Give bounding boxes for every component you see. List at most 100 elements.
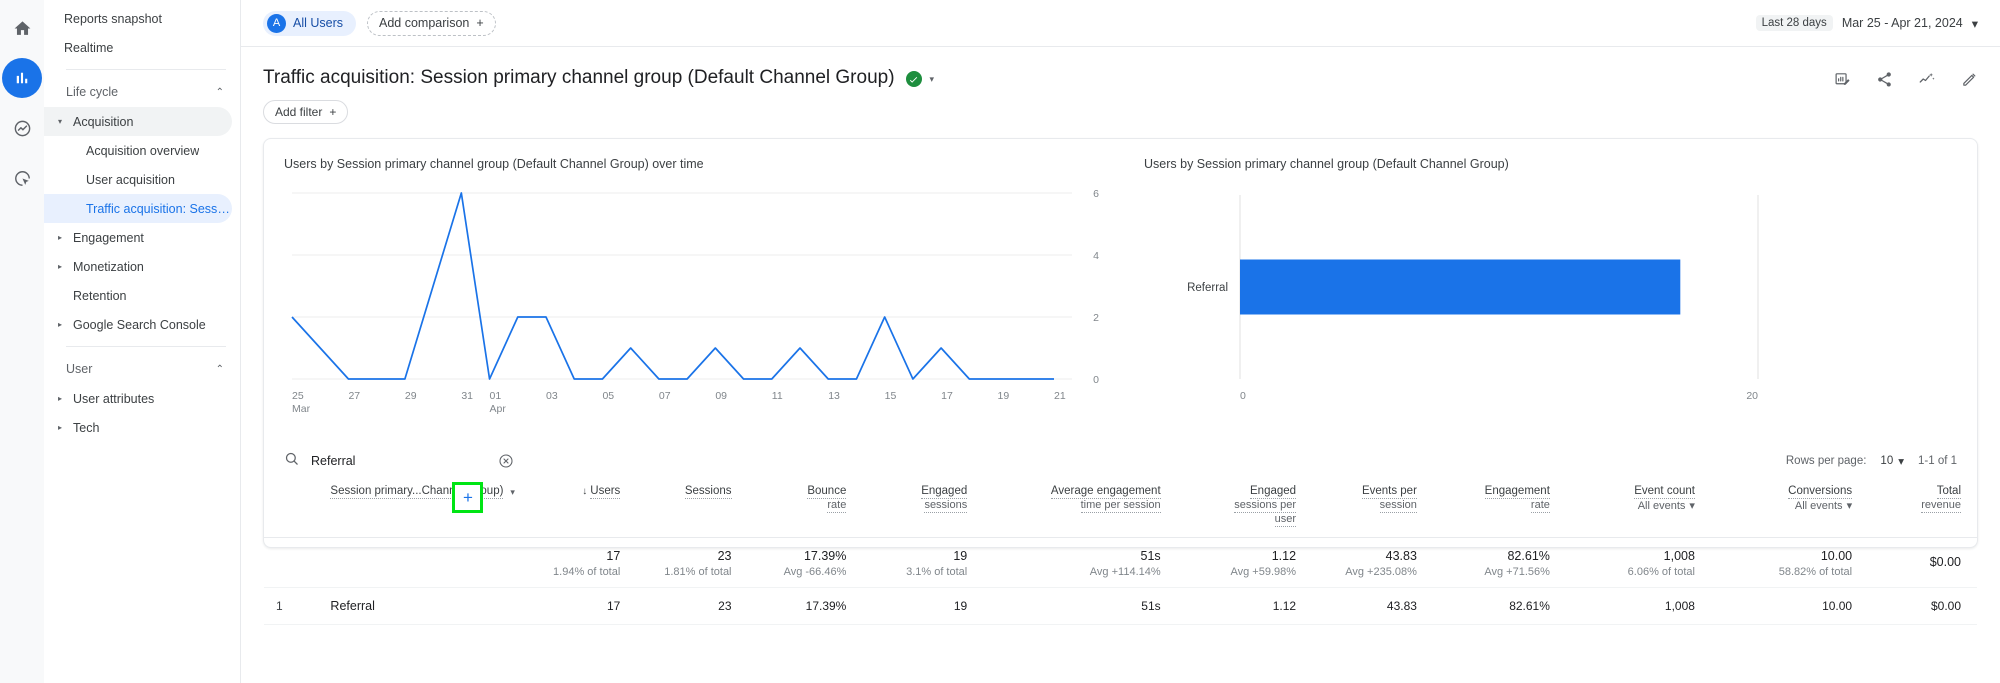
conversions-filter-select[interactable]: All events ▾: [1795, 499, 1853, 513]
column-header-label-2: rate: [827, 499, 847, 513]
chevron-down-icon[interactable]: ▾: [58, 117, 70, 126]
chevron-down-icon[interactable]: ▾: [1972, 16, 1978, 31]
svg-text:25: 25: [292, 390, 304, 402]
svg-text:27: 27: [348, 390, 360, 402]
search-icon: [284, 451, 299, 471]
row-cell: 19: [862, 587, 984, 625]
sidebar-item-retention[interactable]: Retention: [44, 281, 232, 310]
sidebar-section-life-cycle[interactable]: Life cycle ⌃: [44, 77, 240, 107]
svg-text:05: 05: [602, 390, 614, 402]
table-header: Session primary...Channel Group) ▾ + ↓ Us…: [264, 477, 1977, 538]
chevron-right-icon[interactable]: ▸: [58, 233, 70, 242]
row-cell: 51s: [983, 587, 1177, 625]
sidebar-item-label: Acquisition overview: [86, 143, 200, 158]
totals-sub: Avg +114.14%: [1089, 566, 1161, 578]
column-header-engaged-sessions[interactable]: Engaged sessions: [862, 477, 984, 538]
chevron-up-icon[interactable]: ⌃: [216, 364, 224, 375]
totals-sub: Avg +235.08%: [1345, 566, 1417, 578]
sidebar-item-acquisition[interactable]: ▾ Acquisition: [44, 107, 232, 136]
chevron-right-icon[interactable]: ▸: [58, 320, 70, 329]
column-header-sessions[interactable]: Sessions: [636, 477, 748, 538]
totals-sub: Avg +71.56%: [1484, 566, 1550, 578]
column-header-engagement-rate[interactable]: Engagement rate: [1432, 477, 1566, 538]
chevron-down-icon: ▾: [1689, 500, 1695, 512]
sidebar-item-traffic-acquisition[interactable]: Traffic acquisition: Session...: [44, 194, 232, 223]
sidebar-item-tech[interactable]: ▸ Tech: [44, 413, 232, 442]
edit-icon[interactable]: [1961, 71, 1978, 88]
totals-sub: Avg +59.98%: [1230, 566, 1297, 578]
clear-circle-icon[interactable]: [498, 453, 514, 469]
reports-icon[interactable]: [2, 58, 42, 98]
totals-index: [264, 537, 296, 588]
totals-cell: 51s Avg +114.14%: [983, 537, 1177, 588]
sidebar-item-user-acquisition[interactable]: User acquisition: [44, 165, 232, 194]
column-header-label-2: revenue: [1921, 499, 1961, 513]
totals-value: 17.39%: [803, 549, 847, 563]
rows-per-page-select[interactable]: 10 ▾: [1880, 454, 1904, 468]
column-header-conversions[interactable]: Conversions All events ▾: [1710, 477, 1869, 538]
sidebar-item-realtime[interactable]: Realtime: [44, 33, 232, 62]
insights-icon[interactable]: [1918, 70, 1936, 88]
column-header-total-revenue[interactable]: Total revenue: [1868, 477, 1977, 538]
add-dimension-button[interactable]: +: [452, 482, 484, 513]
column-header-engaged-sessions-per-user[interactable]: Engaged sessions per user: [1176, 477, 1313, 538]
advertising-icon[interactable]: [2, 158, 42, 198]
search-input[interactable]: [311, 453, 486, 468]
sidebar-item-label: Monetization: [73, 259, 144, 274]
column-header-label: Events per: [1361, 485, 1417, 499]
line-chart-title: Users by Session primary channel group (…: [284, 157, 704, 171]
column-header-label: Average engagement: [1050, 485, 1161, 499]
add-comparison-button[interactable]: Add comparison +: [367, 10, 496, 36]
svg-text:31: 31: [461, 390, 473, 402]
svg-text:07: 07: [659, 390, 671, 402]
sidebar-item-google-search-console[interactable]: ▸ Google Search Console: [44, 310, 232, 339]
svg-text:13: 13: [828, 390, 840, 402]
row-dimension[interactable]: Referral: [295, 587, 526, 625]
totals-cell: 17 1.94% of total: [525, 537, 637, 588]
sidebar-item-monetization[interactable]: ▸ Monetization: [44, 252, 232, 281]
bar-chart-title: Users by Session primary channel group (…: [1144, 157, 1509, 171]
bar-chart-panel: Users by Session primary channel group (…: [1124, 139, 1977, 444]
totals-value: 82.61%: [1507, 549, 1550, 563]
svg-text:09: 09: [715, 390, 727, 402]
sidebar-item-engagement[interactable]: ▸ Engagement: [44, 223, 232, 252]
sidebar-item-reports-snapshot[interactable]: Reports snapshot: [44, 4, 232, 33]
table-row[interactable]: 1 Referral 17 23 17.39% 19 51s 1.12 43.8…: [264, 587, 1977, 625]
explore-icon[interactable]: [2, 108, 42, 148]
column-header-bounce-rate[interactable]: Bounce rate: [747, 477, 863, 538]
home-icon[interactable]: [2, 8, 42, 48]
main-content: A All Users Add comparison + Last 28 day…: [241, 0, 2000, 683]
sidebar-section-user[interactable]: User ⌃: [44, 354, 240, 384]
chevron-down-icon[interactable]: ▾: [510, 487, 515, 498]
chevron-right-icon[interactable]: ▸: [58, 394, 70, 403]
column-header-event-count[interactable]: Event count All events ▾: [1565, 477, 1711, 538]
users-over-time-chart[interactable]: 0 2 4 6 25Mar 27 29 31 01Apr 03 05 07 09 11 13 15 17 19 21: [284, 181, 1104, 431]
sidebar-item-acquisition-overview[interactable]: Acquisition overview: [44, 136, 232, 165]
sidebar-item-user-attributes[interactable]: ▸ User attributes: [44, 384, 232, 413]
column-header-label: Engagement: [1484, 485, 1550, 499]
chevron-right-icon[interactable]: ▸: [58, 262, 70, 271]
chevron-down-icon: ▾: [1846, 500, 1853, 512]
totals-cell: 17.39% Avg -66.46%: [747, 537, 863, 588]
share-icon[interactable]: [1876, 71, 1893, 88]
chevron-up-icon[interactable]: ⌃: [216, 87, 224, 98]
sidebar-item-label: Tech: [73, 420, 100, 435]
customize-report-icon[interactable]: [1834, 71, 1851, 88]
search-box[interactable]: [284, 451, 529, 471]
totals-sub: Avg -66.46%: [783, 566, 847, 578]
date-range-picker[interactable]: Last 28 days Mar 25 - Apr 21, 2024 ▾: [1755, 15, 1978, 31]
table-header-row: Session primary...Channel Group) ▾ + ↓ Us…: [264, 477, 1977, 538]
row-cell: 1,008: [1565, 587, 1711, 625]
add-filter-button[interactable]: Add filter +: [263, 100, 349, 124]
chevron-down-icon[interactable]: ▾: [930, 74, 935, 85]
event-count-filter-select[interactable]: All events ▾: [1638, 499, 1695, 513]
column-header-events-per-session[interactable]: Events per session: [1312, 477, 1433, 538]
column-header-users[interactable]: ↓ Users: [525, 477, 637, 538]
all-users-chip[interactable]: A All Users: [263, 10, 357, 36]
users-by-channel-chart[interactable]: Referral 0 20: [1144, 181, 1804, 431]
chevron-right-icon[interactable]: ▸: [58, 423, 70, 432]
column-header-label: Sessions: [684, 485, 732, 499]
column-header-avg-engagement-time[interactable]: Average engagement time per session: [983, 477, 1177, 538]
plus-icon: +: [462, 488, 473, 507]
totals-sub: 58.82% of total: [1778, 566, 1853, 578]
